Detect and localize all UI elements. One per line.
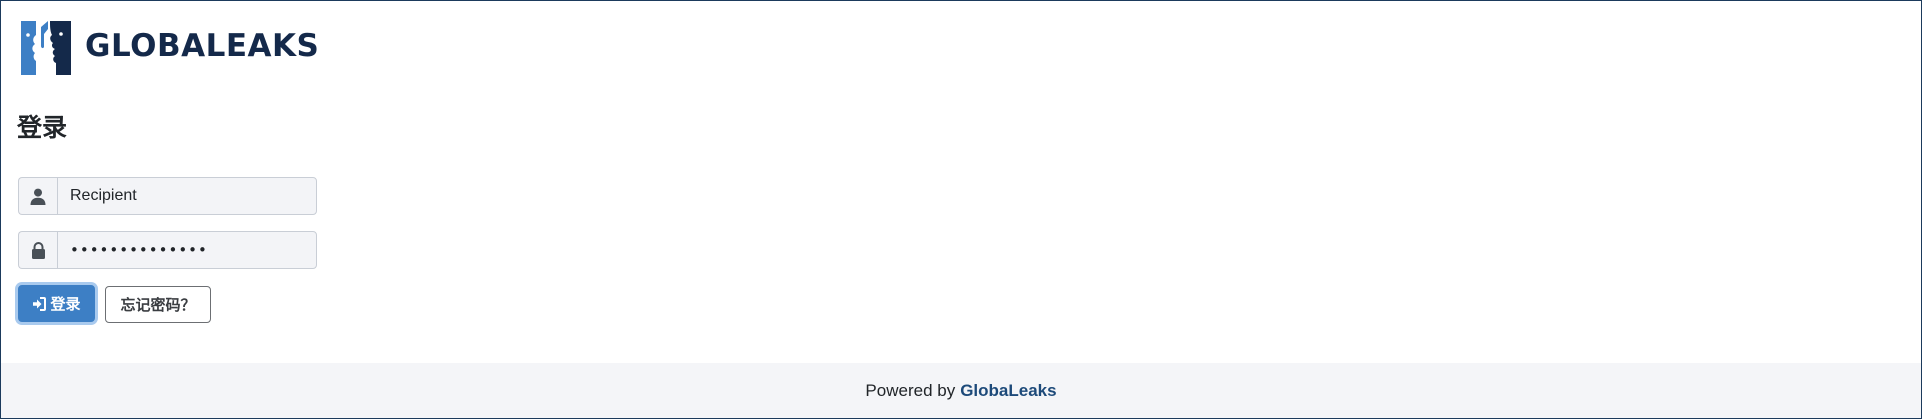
password-group <box>18 231 317 269</box>
password-addon <box>18 231 57 269</box>
sign-in-icon <box>33 296 47 311</box>
username-input[interactable] <box>57 177 317 215</box>
login-button[interactable]: 登录 <box>18 285 95 322</box>
globaleaks-logo-icon[interactable] <box>17 17 75 75</box>
footer-powered-by: Powered by <box>865 380 956 400</box>
user-icon <box>30 188 46 205</box>
footer: Powered by GlobaLeaks <box>1 363 1921 418</box>
login-button-label: 登录 <box>50 295 81 313</box>
header: GLOBALEAKS <box>17 17 319 75</box>
password-input[interactable] <box>57 231 317 269</box>
forgot-password-button[interactable]: 忘记密码？ <box>105 286 211 323</box>
page-title: 登录 <box>17 113 68 142</box>
footer-brand-link[interactable]: GlobaLeaks <box>960 381 1056 401</box>
username-addon <box>18 177 57 215</box>
forgot-password-label: 忘记密码？ <box>120 296 196 314</box>
lock-icon <box>31 241 45 259</box>
username-group <box>18 177 317 215</box>
page-frame: GLOBALEAKS 登录 登录 忘记密码？ Powered b <box>0 0 1922 419</box>
logo-text: GLOBALEAKS <box>85 27 320 64</box>
